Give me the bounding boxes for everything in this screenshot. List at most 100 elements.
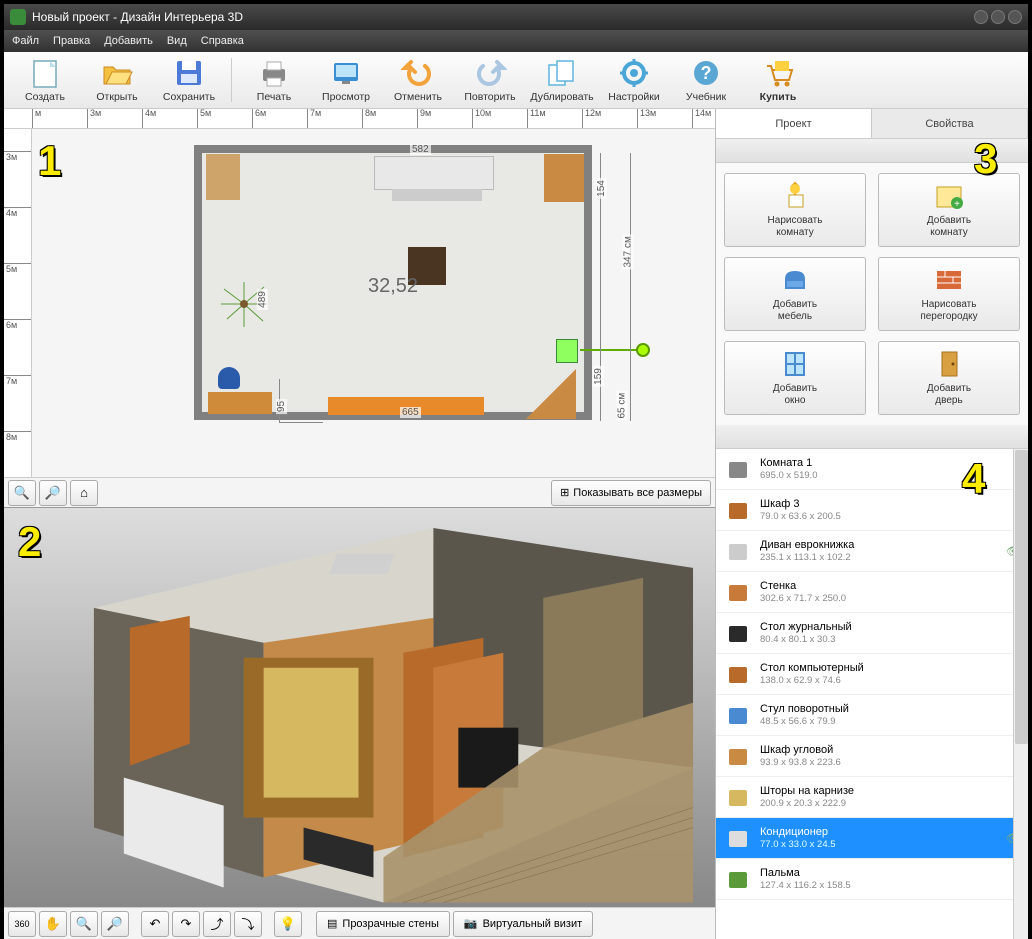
preview-button[interactable]: Просмотр — [313, 52, 379, 108]
object-icon — [724, 578, 752, 606]
minimize-button[interactable] — [974, 10, 988, 24]
save-icon — [172, 58, 206, 90]
right-tabs: Проект Свойства — [716, 109, 1028, 139]
object-item[interactable]: Комната 1695.0 x 519.0 — [716, 449, 1028, 490]
zoom-out-button[interactable]: 🔍 — [8, 480, 36, 506]
object-item[interactable]: Шкаф угловой93.9 x 93.8 x 223.6 — [716, 736, 1028, 777]
menu-help[interactable]: Справка — [201, 35, 244, 47]
buy-icon — [761, 58, 795, 90]
buy-button[interactable]: Купить — [745, 52, 811, 108]
draw-room-label: Нарисоватькомнату — [768, 215, 823, 239]
window-title: Новый проект - Дизайн Интерьера 3D — [32, 10, 243, 24]
add-room-button[interactable]: + Добавитькомнату — [878, 173, 1020, 247]
view-3d-canvas[interactable]: 2 — [4, 507, 715, 907]
redo-icon — [473, 58, 507, 90]
tab-project[interactable]: Проект — [716, 109, 872, 138]
dims-icon: ⊞ — [560, 486, 569, 499]
callout-1: 1 — [38, 137, 86, 185]
object-list-scrollbar[interactable] — [1013, 449, 1028, 939]
rotate-360-button[interactable]: 360 — [8, 911, 36, 937]
menu-edit[interactable]: Правка — [53, 35, 90, 47]
dim-rb-bot: 65 см — [617, 391, 628, 421]
open-button[interactable]: Открыть — [84, 52, 150, 108]
redo-label: Повторить — [464, 91, 515, 103]
light-button[interactable]: 💡 — [274, 911, 302, 937]
camera-icon: 📷 — [464, 917, 478, 930]
ruler-v-tick: 3м — [4, 151, 31, 162]
obj-wardrobe-corner[interactable] — [206, 154, 240, 200]
tilt-up-button[interactable]: ⤴ — [203, 911, 231, 937]
object-item[interactable]: Стул поворотный48.5 x 56.6 x 79.9 — [716, 695, 1028, 736]
toolbar: СоздатьОткрытьСохранить ПечатьПросмотр Отм… — [4, 52, 1028, 109]
draw-partition-button[interactable]: Нарисоватьперегородку — [878, 257, 1020, 331]
help-icon: ? — [689, 58, 723, 90]
add-door-button[interactable]: Добавитьдверь — [878, 341, 1020, 415]
object-item[interactable]: Стол журнальный80.4 x 80.1 x 30.3 — [716, 613, 1028, 654]
menu-view[interactable]: Вид — [167, 35, 187, 47]
print-button[interactable]: Печать — [241, 52, 307, 108]
save-button[interactable]: Сохранить — [156, 52, 222, 108]
add-room-label: Добавитькомнату — [927, 215, 971, 239]
maximize-button[interactable] — [991, 10, 1005, 24]
pan-button[interactable]: ✋ — [39, 911, 67, 937]
object-icon — [724, 865, 752, 893]
home-button[interactable]: ⌂ — [70, 480, 98, 506]
add-furniture-label: Добавитьмебель — [773, 299, 817, 323]
dim-left: 489 — [257, 289, 268, 310]
object-item[interactable]: Кондиционер77.0 x 33.0 x 24.5👁 — [716, 818, 1028, 859]
zoom-in-button[interactable]: 🔎 — [39, 480, 67, 506]
selection-handle[interactable] — [636, 343, 650, 357]
duplicate-label: Дублировать — [530, 91, 593, 103]
ruler-vertical: 3м4м5м6м7м8м — [4, 129, 32, 477]
menu-add[interactable]: Добавить — [104, 35, 153, 47]
svg-text:+: + — [954, 199, 960, 209]
ruler-h-tick: 11м — [527, 109, 546, 128]
ruler-v-tick: 8м — [4, 431, 31, 442]
add-window-button[interactable]: Добавитьокно — [724, 341, 866, 415]
tab-properties[interactable]: Свойства — [872, 109, 1028, 138]
help-label: Учебник — [686, 91, 726, 103]
add-furniture-icon — [779, 265, 811, 295]
add-door-label: Добавитьдверь — [927, 383, 971, 407]
undo-label: Отменить — [394, 91, 442, 103]
svg-text:?: ? — [701, 63, 712, 83]
object-item[interactable]: Шторы на карнизе200.9 x 20.3 x 222.9 — [716, 777, 1028, 818]
virtual-visit-button[interactable]: 📷 Виртуальный визит — [453, 911, 593, 937]
ruler-v-tick: 5м — [4, 263, 31, 274]
help-button[interactable]: ? Учебник — [673, 52, 739, 108]
object-icon — [724, 537, 752, 565]
obj-desk[interactable] — [208, 392, 272, 414]
obj-sofa-top[interactable] — [374, 156, 494, 190]
dim-line-right-2 — [630, 153, 631, 421]
plan-2d-canvas[interactable]: 1 — [32, 129, 715, 477]
object-item[interactable]: Стенка302.6 x 71.7 x 250.0 — [716, 572, 1028, 613]
menu-file[interactable]: Файл — [12, 35, 39, 47]
render-3d — [4, 508, 715, 907]
object-item[interactable]: Диван еврокнижка235.1 x 113.1 x 102.2👁 — [716, 531, 1028, 572]
show-all-dims-button[interactable]: ⊞ Показывать все размеры — [551, 480, 711, 506]
draw-partition-icon — [933, 265, 965, 295]
object-item[interactable]: Стол компьютерный138.0 x 62.9 x 74.6 — [716, 654, 1028, 695]
ruler-horizontal: м3м4м5м6м7м8м9м10м11м12м13м14м — [4, 109, 715, 129]
settings-button[interactable]: Настройки — [601, 52, 667, 108]
duplicate-button[interactable]: Дублировать — [529, 52, 595, 108]
object-list: 4 Комната 1695.0 x 519.0Шкаф 379.0 x 63.… — [716, 449, 1028, 939]
ruler-h-tick: 10м — [472, 109, 491, 128]
close-button[interactable] — [1008, 10, 1022, 24]
undo-button[interactable]: Отменить — [385, 52, 451, 108]
create-button[interactable]: Создать — [12, 52, 78, 108]
transparent-walls-button[interactable]: ▤ Прозрачные стены — [316, 911, 450, 937]
object-item[interactable]: Шкаф 379.0 x 63.6 x 200.5 — [716, 490, 1028, 531]
zoom-out-3d-button[interactable]: 🔍 — [70, 911, 98, 937]
obj-ac-selected[interactable] — [556, 339, 578, 363]
add-furniture-button[interactable]: Добавитьмебель — [724, 257, 866, 331]
rotate-left-button[interactable]: ↶ — [141, 911, 169, 937]
obj-wardrobe[interactable] — [544, 154, 584, 202]
rotate-right-button[interactable]: ↷ — [172, 911, 200, 937]
redo-button[interactable]: Повторить — [457, 52, 523, 108]
obj-chair[interactable] — [218, 367, 240, 389]
draw-room-button[interactable]: Нарисоватькомнату — [724, 173, 866, 247]
tilt-down-button[interactable]: ⤵ — [234, 911, 262, 937]
object-item[interactable]: Пальма127.4 x 116.2 x 158.5 — [716, 859, 1028, 900]
zoom-in-3d-button[interactable]: 🔎 — [101, 911, 129, 937]
